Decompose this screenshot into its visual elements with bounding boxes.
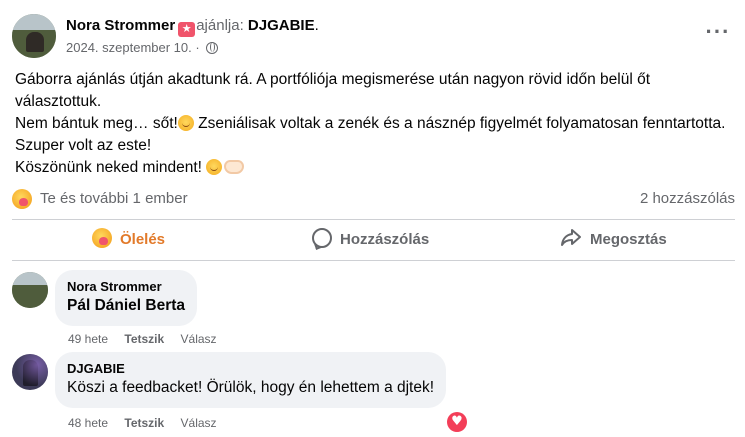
heart-hands-emoji-icon [224,160,245,174]
recommend-target[interactable]: DJGABIE [248,17,315,34]
like-comment-button[interactable]: Tetszik [124,416,164,430]
recommend-star-icon: ★ [178,22,196,37]
post-text-line-1: Gáborra ajánlás útján akadtunk rá. A por… [15,71,651,110]
divider [12,219,735,220]
divider [12,260,735,261]
share-arrow-icon [561,229,581,246]
smile-emoji-icon [206,159,223,175]
comment-text: Köszi a feedbacket! Örülök, hogy én lehe… [67,379,435,396]
comment-meta: 49 hete Tetszik Válasz [68,332,230,346]
comment-bubble: Nora Strommer Pál Dániel Berta [55,270,198,326]
like-comment-button[interactable]: Tetszik [124,332,164,346]
author-line: Nora Strommer ★ ajánlja: DJGABIE. [66,17,319,37]
meta-separator: · [195,40,200,55]
heart-reaction-icon[interactable] [447,412,467,432]
more-options-button[interactable]: ··· [704,19,732,50]
author-avatar[interactable] [12,14,56,58]
share-button[interactable]: Megosztás [560,222,667,258]
comment-bubble: DJGABIE Köszi a feedbacket! Örülök, hogy… [55,352,447,408]
more-horizontal-icon: ··· [705,19,731,44]
commenter-avatar[interactable] [12,354,48,390]
post-header: Nora Strommer ★ ajánlja: DJGABIE. 2024. sz… [12,14,733,60]
comment-text[interactable]: Pál Dániel Berta [67,295,185,317]
author-name[interactable]: Nora Strommer [66,17,175,34]
comment-time[interactable]: 49 hete [68,332,108,346]
comment-author[interactable]: DJGABIE [67,360,434,377]
post-text-line-2: Nem bántuk meg… sőt! Zseniálisak voltak … [15,115,726,154]
post-date[interactable]: 2024. szeptember 10. [66,40,192,55]
globe-icon [206,42,219,54]
post-body: Gáborra ajánlás útján akadtunk rá. A por… [15,69,727,179]
hug-button[interactable]: Ölelés [92,222,165,258]
post-meta: 2024. szeptember 10. · [66,40,219,55]
smile-emoji-icon [177,115,194,131]
post-text-line-3: Köszönünk neked mindent! [15,157,727,179]
reply-button[interactable]: Válasz [181,416,217,430]
recommend-text: ajánlja: [196,17,244,34]
comment-time[interactable]: 48 hete [68,416,108,430]
reply-button[interactable]: Válasz [181,332,217,346]
care-icon [92,228,112,248]
commenter-avatar[interactable] [12,272,48,308]
reaction-bar: Te és további 1 ember 2 hozzászólás [12,187,735,211]
comment-author[interactable]: Nora Strommer [67,278,185,295]
comment-count[interactable]: 2 hozzászólás [640,190,735,207]
comment-meta: 48 hete Tetszik Válasz [68,416,230,430]
comment-bubble-icon [312,228,332,248]
action-row: Ölelés Hozzászólás Megosztás [12,222,735,258]
care-reaction-icon[interactable] [12,189,32,209]
reaction-summary[interactable]: Te és további 1 ember [40,190,188,207]
comment-button[interactable]: Hozzászólás [312,222,745,258]
